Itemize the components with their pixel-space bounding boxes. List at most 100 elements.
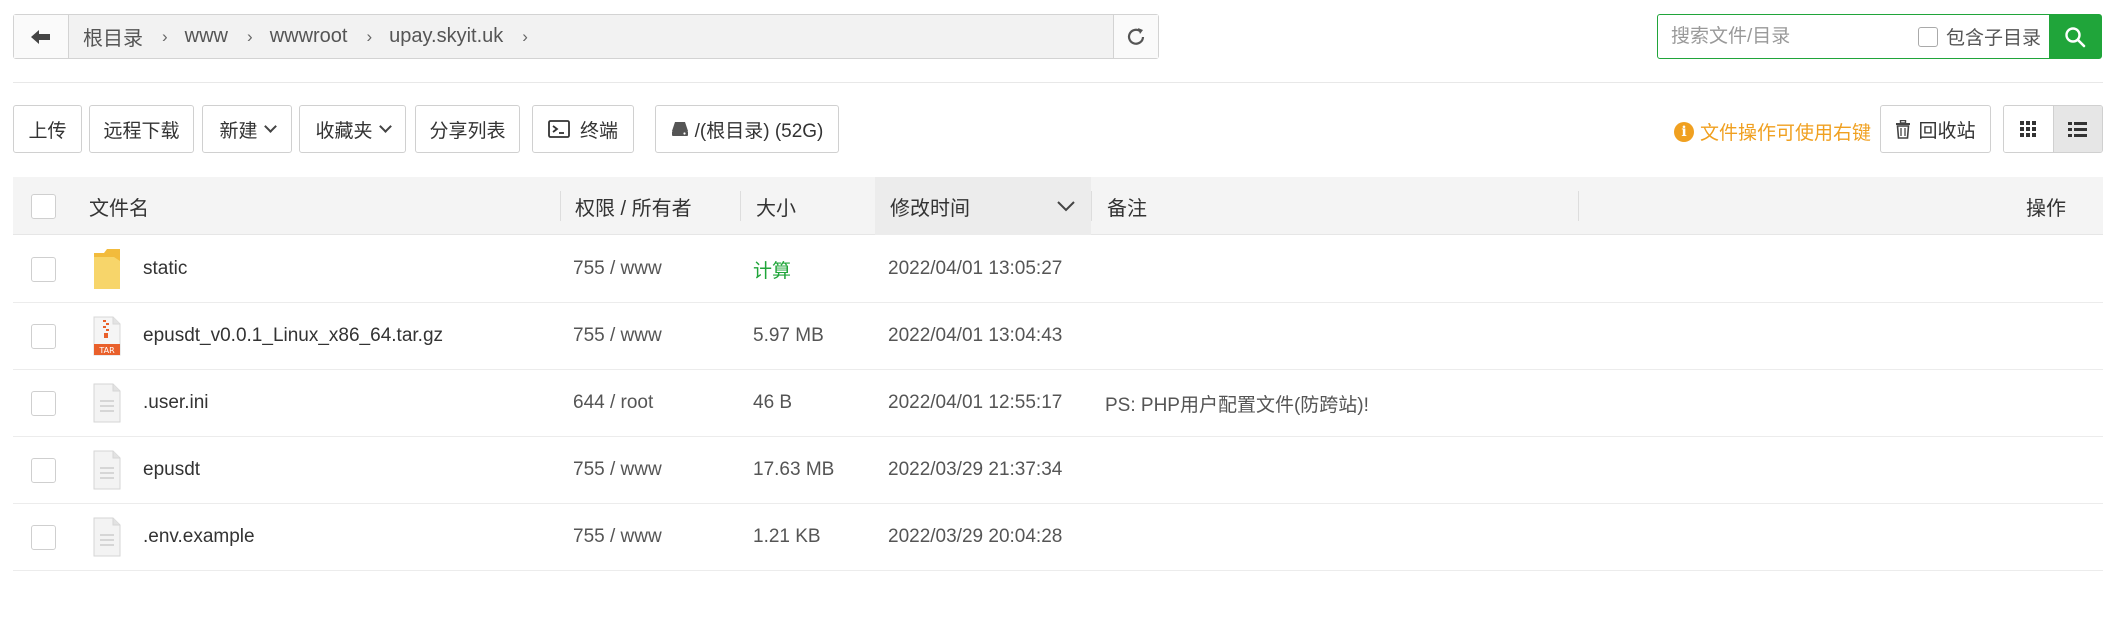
table-row[interactable]: .env.example 755 / www 1.21 KB 2022/03/2… — [13, 504, 2103, 571]
info-icon: i — [1674, 121, 1694, 142]
chevron-right-icon: › — [522, 26, 528, 46]
header-size-label: 大小 — [756, 197, 796, 220]
file-icon-cell — [92, 370, 122, 436]
breadcrumb-item[interactable]: wwwroot › — [270, 25, 389, 48]
file-icon — [93, 450, 121, 490]
right-click-tip: i 文件操作可使用右键 — [1674, 118, 1871, 145]
new-dropdown-button[interactable]: 新建 — [202, 105, 292, 153]
terminal-label: 终端 — [579, 120, 618, 142]
breadcrumb-label: upay.skyit.uk — [389, 25, 504, 47]
include-subdir-checkbox[interactable]: 包含子目录 — [1917, 15, 2049, 58]
column-divider — [560, 191, 561, 221]
file-size: 5.97 MB — [753, 325, 824, 346]
file-permission[interactable]: 755 / www — [573, 303, 662, 369]
share-list-button[interactable]: 分享列表 — [415, 105, 520, 153]
file-permission[interactable]: 755 / www — [573, 504, 662, 570]
tar-archive-icon: TAR — [93, 316, 121, 356]
file-name[interactable]: epusdt — [143, 437, 200, 503]
file-size: 1.21 KB — [753, 526, 821, 547]
remote-download-button[interactable]: 远程下载 — [89, 105, 194, 153]
file-permission[interactable]: 644 / root — [573, 370, 653, 436]
trash-icon — [1896, 119, 1911, 139]
recycle-bin-button[interactable]: 回收站 — [1880, 105, 1991, 153]
hard-disk-icon — [671, 122, 688, 136]
back-button[interactable] — [14, 15, 69, 58]
grid-view-button[interactable] — [2004, 106, 2053, 152]
table-row[interactable]: epusdt 755 / www 17.63 MB 2022/03/29 21:… — [13, 437, 2103, 504]
breadcrumb-label: wwwroot — [269, 25, 348, 47]
header-filename[interactable]: 文件名 — [89, 177, 149, 235]
disk-button[interactable]: /(根目录) (52G) — [655, 105, 839, 153]
chevron-down-icon — [378, 120, 392, 133]
share-list-label: 分享列表 — [429, 120, 506, 142]
column-divider — [1578, 191, 1579, 221]
row-checkbox-cell — [31, 236, 56, 302]
header-note-label: 备注 — [1107, 197, 1147, 220]
row-checkbox-cell — [31, 303, 56, 369]
file-icon-cell — [92, 437, 122, 503]
favorites-label: 收藏夹 — [315, 120, 373, 142]
header-size[interactable]: 大小 — [756, 177, 796, 235]
row-checkbox[interactable] — [31, 524, 56, 550]
tip-text: 文件操作可使用右键 — [1700, 123, 1872, 144]
recycle-bin-label: 回收站 — [1918, 120, 1976, 142]
header-permission[interactable]: 权限 / 所有者 — [575, 177, 692, 235]
list-icon — [2068, 121, 2088, 137]
table-row[interactable]: TAR epusdt_v0.0.1_Linux_x86_64.tar.gz 75… — [13, 303, 2103, 370]
file-size: 46 B — [753, 392, 793, 413]
row-checkbox-cell — [31, 370, 56, 436]
header-modified-time-label: 修改时间 — [890, 197, 970, 220]
address-bar: 根目录 › www › wwwroot › upay.skyit.uk › — [13, 14, 1159, 59]
file-icon-cell: TAR — [92, 303, 122, 369]
table-row[interactable]: .user.ini 644 / root 46 B 2022/04/01 12:… — [13, 370, 2103, 437]
file-name[interactable]: .user.ini — [143, 370, 208, 436]
header-modified-time[interactable]: 修改时间 — [875, 177, 1091, 235]
grid-icon — [2020, 121, 2037, 137]
breadcrumb: 根目录 › www › wwwroot › upay.skyit.uk › — [69, 15, 1113, 58]
breadcrumb-item[interactable]: 根目录 › — [83, 22, 185, 51]
list-view-button[interactable] — [2052, 106, 2102, 152]
row-checkbox[interactable] — [31, 323, 56, 349]
row-checkbox[interactable] — [31, 390, 56, 416]
checkbox[interactable] — [1917, 26, 1938, 47]
file-name[interactable]: static — [143, 236, 187, 302]
file-icon — [93, 383, 121, 423]
breadcrumb-item[interactable]: www › — [185, 25, 270, 48]
file-modified-time: 2022/04/01 12:55:17 — [888, 392, 1063, 413]
folder-icon — [94, 249, 120, 289]
upload-button[interactable]: 上传 — [13, 105, 82, 153]
file-table-header: 文件名 权限 / 所有者 大小 修改时间 备注 操作 — [13, 177, 2103, 235]
file-note[interactable]: PS: PHP用户配置文件(防跨站)! — [1105, 370, 1369, 436]
new-label: 新建 — [219, 120, 258, 142]
search-button[interactable] — [2049, 15, 2101, 58]
file-permission[interactable]: 755 / www — [573, 236, 662, 302]
calculate-size-link[interactable]: 计算 — [753, 236, 791, 302]
column-divider — [1091, 191, 1092, 221]
file-modified-time: 2022/03/29 21:37:34 — [888, 459, 1063, 480]
header-action: 操作 — [2026, 177, 2066, 235]
chevron-right-icon: › — [366, 26, 373, 46]
select-all-checkbox-cell — [31, 177, 56, 235]
row-checkbox-cell — [31, 504, 56, 570]
row-checkbox[interactable] — [31, 457, 56, 483]
svg-text:TAR: TAR — [98, 346, 115, 355]
row-checkbox[interactable] — [31, 256, 56, 282]
column-divider — [740, 191, 741, 221]
breadcrumb-label: www — [184, 25, 229, 47]
select-all-checkbox[interactable] — [31, 193, 56, 219]
search-input[interactable] — [1658, 15, 1918, 58]
remote-download-label: 远程下载 — [103, 120, 180, 142]
terminal-button[interactable]: 终端 — [532, 105, 634, 153]
refresh-button[interactable] — [1113, 15, 1158, 58]
favorites-dropdown-button[interactable]: 收藏夹 — [299, 105, 406, 153]
file-icon — [93, 517, 121, 557]
breadcrumb-item[interactable]: upay.skyit.uk › — [389, 25, 545, 48]
breadcrumb-label: 根目录 — [83, 28, 143, 50]
search-box: 包含子目录 — [1657, 14, 2102, 59]
header-permission-label: 权限 / 所有者 — [575, 197, 692, 220]
file-permission[interactable]: 755 / www — [573, 437, 662, 503]
table-row[interactable]: static 755 / www 计算 2022/04/01 13:05:27 — [13, 236, 2103, 303]
file-name[interactable]: .env.example — [143, 504, 255, 570]
file-name[interactable]: epusdt_v0.0.1_Linux_x86_64.tar.gz — [143, 303, 443, 369]
divider — [13, 82, 2103, 83]
